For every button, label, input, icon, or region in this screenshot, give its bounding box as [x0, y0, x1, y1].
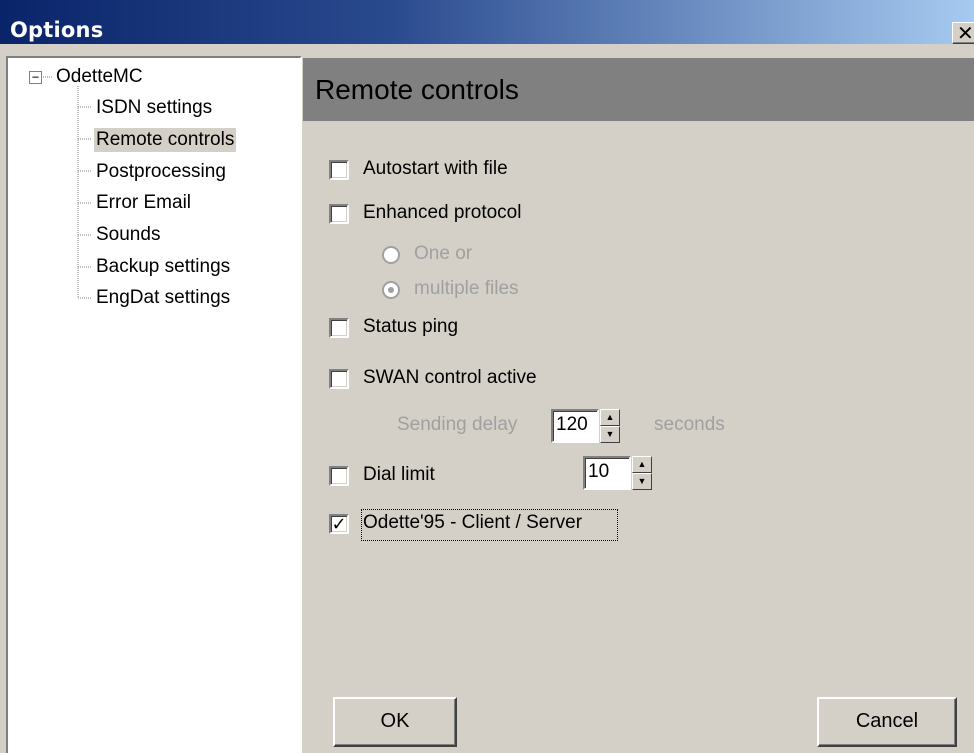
panel-header: Remote controls: [303, 58, 974, 121]
dial-limit-input[interactable]: 10: [583, 456, 631, 490]
autostart-checkbox[interactable]: [329, 160, 349, 180]
status-ping-checkbox[interactable]: [329, 318, 349, 338]
close-icon: ✕: [957, 21, 974, 45]
multiple-files-radio[interactable]: [382, 281, 400, 299]
one-or-radio[interactable]: [382, 246, 400, 264]
cancel-button[interactable]: Cancel: [817, 697, 957, 747]
sending-delay-up-button[interactable]: ▲: [600, 409, 620, 426]
swan-control-checkbox[interactable]: [329, 369, 349, 389]
panel-title: Remote controls: [315, 74, 519, 105]
tree-item-isdn-settings[interactable]: ISDN settings: [94, 96, 214, 120]
multiple-files-label: multiple files: [414, 278, 519, 299]
ok-button[interactable]: OK: [333, 697, 457, 747]
dial-limit-checkbox[interactable]: [329, 466, 349, 486]
dial-limit-down-button[interactable]: ▼: [632, 473, 652, 490]
arrow-up-icon: ▲: [637, 459, 647, 469]
dial-limit-value: 10: [588, 461, 610, 482]
dial-limit-up-button[interactable]: ▲: [632, 456, 652, 473]
tree-item-backup-settings[interactable]: Backup settings: [94, 255, 232, 279]
status-ping-label: Status ping: [363, 316, 459, 337]
options-dialog: Options ✕ − OdetteMC ISDN settings Remot…: [0, 0, 974, 753]
minus-icon: −: [31, 70, 40, 84]
arrow-down-icon: ▼: [637, 476, 647, 486]
dial-limit-label: Dial limit: [363, 464, 435, 485]
tree-item-error-email[interactable]: Error Email: [94, 191, 193, 215]
tree-item-postprocessing[interactable]: Postprocessing: [94, 160, 228, 184]
tree-item-engdat-settings[interactable]: EngDat settings: [94, 286, 232, 310]
window-title: Options: [10, 18, 104, 42]
seconds-label: seconds: [654, 414, 725, 435]
tree-root-odettemc[interactable]: OdetteMC: [54, 65, 145, 89]
tree-item-remote-controls[interactable]: Remote controls: [94, 128, 237, 152]
arrow-up-icon: ▲: [605, 412, 615, 422]
title-bar: Options ✕: [0, 0, 974, 50]
odette95-label: Odette'95 - Client / Server: [363, 512, 583, 533]
sending-delay-value: 120: [556, 414, 588, 435]
enhanced-protocol-label: Enhanced protocol: [363, 202, 522, 223]
sending-delay-down-button[interactable]: ▼: [600, 426, 620, 443]
tree-item-sounds[interactable]: Sounds: [94, 223, 162, 247]
odette95-checkbox[interactable]: ✓: [329, 514, 349, 534]
collapse-icon[interactable]: −: [29, 71, 42, 84]
autostart-label: Autostart with file: [363, 158, 508, 179]
arrow-down-icon: ▼: [605, 429, 615, 439]
one-or-label: One or: [414, 243, 473, 264]
close-button[interactable]: ✕: [952, 22, 974, 44]
sending-delay-input[interactable]: 120: [551, 409, 599, 443]
sending-delay-label: Sending delay: [397, 414, 518, 435]
enhanced-protocol-checkbox[interactable]: [329, 204, 349, 224]
checkmark-icon: ✓: [331, 514, 347, 534]
swan-control-label: SWAN control active: [363, 367, 537, 388]
settings-tree: − OdetteMC ISDN settings Remote controls…: [6, 56, 302, 753]
